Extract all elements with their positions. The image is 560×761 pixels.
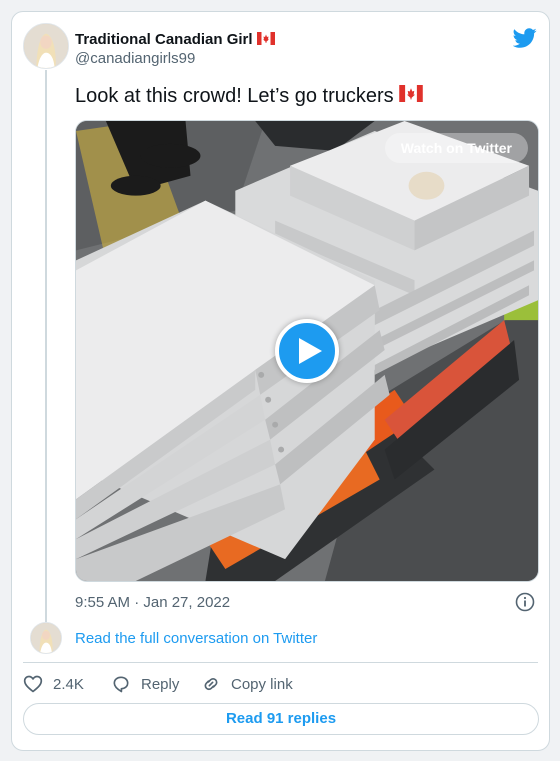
- avatar-image: [31, 623, 61, 653]
- reply-label: Reply: [141, 675, 180, 693]
- author-handle[interactable]: @canadiangirls99: [75, 50, 195, 67]
- canada-flag-icon: [399, 85, 424, 108]
- link-icon: [204, 677, 218, 691]
- avatar-image: [24, 24, 68, 68]
- embedded-tweet-card: Traditional Canadian Girl @canadiangirls…: [11, 11, 550, 751]
- play-icon: [299, 338, 322, 364]
- like-count: 2.4K: [53, 675, 84, 693]
- author-name[interactable]: Traditional Canadian Girl: [75, 31, 253, 48]
- watch-on-twitter-button[interactable]: Watch on Twitter: [384, 133, 528, 163]
- play-button[interactable]: [275, 319, 339, 383]
- read-replies-button[interactable]: Read 91 replies: [23, 703, 539, 735]
- author-avatar[interactable]: [23, 23, 69, 69]
- heart-icon: [23, 675, 43, 693]
- thread-line: [45, 70, 47, 638]
- twitter-bird-icon[interactable]: [513, 26, 537, 50]
- info-icon[interactable]: [515, 592, 535, 612]
- divider: [23, 662, 538, 663]
- reply-bubble-icon: [113, 676, 129, 693]
- tweet-text: Look at this crowd! Let’s go truckers: [75, 85, 394, 107]
- tweet-timestamp[interactable]: 9:55 AM · Jan 27, 2022: [75, 594, 230, 611]
- canada-flag-icon: [256, 31, 275, 49]
- tweet-text-row: Look at this crowd! Let’s go truckers: [75, 85, 424, 108]
- author-name-row[interactable]: Traditional Canadian Girl: [75, 31, 275, 49]
- conversation-avatar[interactable]: [30, 622, 62, 654]
- like-button[interactable]: 2.4K: [23, 672, 84, 696]
- video-media[interactable]: Watch on Twitter: [75, 120, 539, 582]
- read-conversation-link[interactable]: Read the full conversation on Twitter: [75, 630, 317, 647]
- copy-link-label: Copy link: [231, 675, 293, 693]
- copy-link-button[interactable]: Copy link: [201, 672, 293, 696]
- reply-button[interactable]: Reply: [111, 672, 179, 696]
